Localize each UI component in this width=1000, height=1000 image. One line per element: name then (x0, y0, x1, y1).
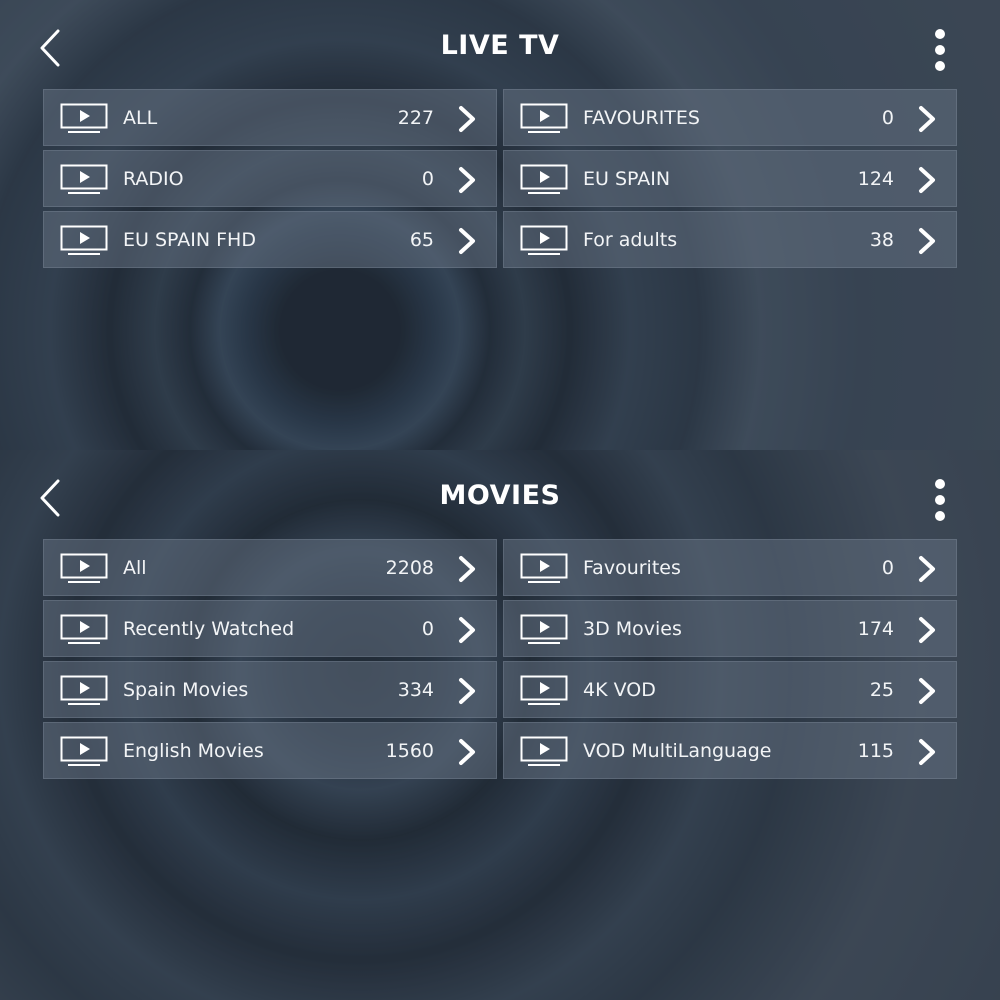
category-label: ALL (123, 107, 158, 129)
tv-play-icon (60, 225, 108, 255)
live-tv-screen: LIVE TV ALL 227 FAVOURITES 0 RADIO 0 EU SPAIN 1… (0, 0, 1000, 450)
category-label: RADIO (123, 168, 184, 190)
tv-play-icon (520, 164, 568, 194)
category-label: EU SPAIN (583, 168, 671, 190)
chevron-right-icon (919, 228, 935, 254)
category-count: 124 (857, 168, 894, 190)
tv-play-icon (520, 103, 568, 133)
category-grid: ALL 227 FAVOURITES 0 RADIO 0 EU SPAIN 124 EU SPA… (43, 89, 957, 268)
chevron-right-icon (459, 739, 475, 765)
category-label: English Movies (123, 740, 264, 762)
category-label: All (123, 557, 147, 579)
category-label: Favourites (583, 557, 681, 579)
chevron-right-icon (459, 617, 475, 643)
category-count: 115 (857, 740, 894, 762)
chevron-right-icon (459, 106, 475, 132)
category-label: 4K VOD (583, 679, 656, 701)
category-count: 0 (881, 557, 894, 579)
category-count: 227 (397, 107, 434, 129)
category-row[interactable]: 4K VOD 25 (503, 661, 957, 718)
category-row[interactable]: Spain Movies 334 (43, 661, 497, 718)
tv-play-icon (60, 164, 108, 194)
more-options-button[interactable] (924, 26, 956, 74)
category-count: 1560 (385, 740, 434, 762)
chevron-right-icon (459, 167, 475, 193)
category-count: 0 (421, 618, 434, 640)
category-row[interactable]: 3D Movies 174 (503, 600, 957, 657)
more-vertical-icon (935, 479, 945, 521)
category-count: 0 (881, 107, 894, 129)
category-label: For adults (583, 229, 678, 251)
tv-play-icon (60, 736, 108, 766)
more-vertical-icon (935, 29, 945, 71)
chevron-right-icon (919, 739, 935, 765)
tv-play-icon (520, 675, 568, 705)
category-row[interactable]: FAVOURITES 0 (503, 89, 957, 146)
category-row[interactable]: Favourites 0 (503, 539, 957, 596)
tv-play-icon (60, 553, 108, 583)
category-row[interactable]: English Movies 1560 (43, 722, 497, 779)
tv-play-icon (520, 736, 568, 766)
category-count: 174 (857, 618, 894, 640)
category-label: FAVOURITES (583, 107, 700, 129)
tv-play-icon (520, 553, 568, 583)
movies-header: MOVIES (0, 450, 1000, 542)
category-label: 3D Movies (583, 618, 682, 640)
page-title: MOVIES (439, 480, 561, 511)
chevron-right-icon (459, 556, 475, 582)
chevron-right-icon (459, 228, 475, 254)
category-grid: All 2208 Favourites 0 Recently Watched 0 3D Mo… (43, 539, 957, 779)
chevron-right-icon (919, 678, 935, 704)
chevron-right-icon (919, 167, 935, 193)
category-row[interactable]: ALL 227 (43, 89, 497, 146)
category-label: Recently Watched (123, 618, 295, 640)
tv-play-icon (60, 675, 108, 705)
category-row[interactable]: All 2208 (43, 539, 497, 596)
live-tv-header: LIVE TV (0, 0, 1000, 92)
category-row[interactable]: RADIO 0 (43, 150, 497, 207)
tv-play-icon (520, 225, 568, 255)
category-count: 334 (397, 679, 434, 701)
category-count: 25 (869, 679, 894, 701)
category-count: 0 (421, 168, 434, 190)
category-label: Spain Movies (123, 679, 249, 701)
movies-screen: MOVIES All 2208 Favourites 0 Recently Watche… (0, 450, 1000, 1000)
category-count: 38 (869, 229, 894, 251)
chevron-right-icon (919, 106, 935, 132)
category-label: VOD MultiLanguage (583, 740, 772, 762)
tv-play-icon (520, 614, 568, 644)
category-count: 2208 (385, 557, 434, 579)
chevron-right-icon (919, 556, 935, 582)
page-title: LIVE TV (440, 30, 560, 61)
category-row[interactable]: VOD MultiLanguage 115 (503, 722, 957, 779)
chevron-right-icon (919, 617, 935, 643)
more-options-button[interactable] (924, 476, 956, 524)
category-row[interactable]: Recently Watched 0 (43, 600, 497, 657)
category-row[interactable]: For adults 38 (503, 211, 957, 268)
category-label: EU SPAIN FHD (123, 229, 256, 251)
category-row[interactable]: EU SPAIN 124 (503, 150, 957, 207)
chevron-right-icon (459, 678, 475, 704)
tv-play-icon (60, 614, 108, 644)
category-count: 65 (409, 229, 434, 251)
category-row[interactable]: EU SPAIN FHD 65 (43, 211, 497, 268)
tv-play-icon (60, 103, 108, 133)
